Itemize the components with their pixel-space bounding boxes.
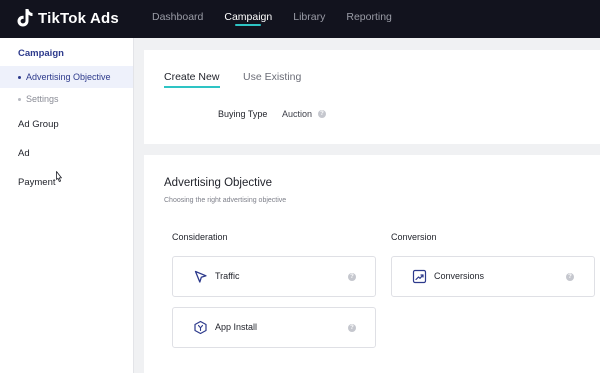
tiktok-ads-logo[interactable]: TikTok Ads: [16, 7, 119, 29]
objective-option-conversions[interactable]: Conversions ?: [391, 256, 595, 297]
help-icon[interactable]: ?: [566, 273, 574, 281]
option-label: Conversions: [434, 271, 485, 281]
advertising-objective-card: Advertising Objective Choosing the right…: [144, 155, 600, 373]
mouse-pointer-icon: [56, 171, 62, 182]
sidebar-item-label: Settings: [26, 94, 59, 104]
sidebar: Campaign Advertising Objective Settings …: [0, 38, 134, 373]
section-subtitle: Choosing the right advertising objective: [164, 197, 287, 204]
sidebar-item-label: Advertising Objective: [26, 72, 111, 82]
tab-create-new[interactable]: Create New: [164, 71, 219, 83]
app-install-icon: [194, 320, 207, 335]
conversions-icon: [412, 269, 427, 284]
option-label: App Install: [215, 322, 258, 332]
top-navigation-bar: TikTok Ads Dashboard Campaign Library Re…: [0, 0, 600, 38]
sidebar-item-ad[interactable]: Ad: [18, 148, 30, 159]
sidebar-item-campaign[interactable]: Campaign: [18, 48, 64, 59]
objective-option-traffic[interactable]: Traffic ?: [172, 256, 376, 297]
bullet-dot-icon: [18, 76, 21, 79]
option-label: Traffic: [215, 271, 240, 281]
buying-type-label: Buying Type: [218, 109, 268, 119]
objective-option-app-install[interactable]: App Install ?: [172, 307, 376, 348]
sidebar-item-settings[interactable]: Settings: [0, 88, 133, 110]
logo-text: TikTok Ads: [38, 9, 119, 27]
main-nav: Dashboard Campaign Library Reporting: [152, 0, 413, 38]
help-icon[interactable]: ?: [318, 110, 326, 118]
help-icon[interactable]: ?: [348, 273, 356, 281]
tiktok-logo-icon: [17, 9, 33, 27]
nav-dashboard[interactable]: Dashboard: [152, 0, 203, 38]
tab-use-existing[interactable]: Use Existing: [243, 71, 301, 83]
conversion-label: Conversion: [391, 232, 437, 242]
active-tab-indicator: [164, 86, 220, 88]
sidebar-item-payment[interactable]: Payment: [18, 177, 56, 188]
campaign-source-card: Create New Use Existing Buying Type Auct…: [144, 50, 600, 144]
bullet-dot-icon: [18, 98, 21, 101]
nav-reporting[interactable]: Reporting: [346, 0, 392, 38]
consideration-label: Consideration: [172, 232, 228, 242]
nav-campaign[interactable]: Campaign: [224, 0, 272, 38]
sidebar-item-ad-group[interactable]: Ad Group: [18, 119, 59, 130]
section-title: Advertising Objective: [164, 177, 273, 189]
nav-library[interactable]: Library: [293, 0, 325, 38]
buying-type-value: Auction: [282, 109, 313, 119]
help-icon[interactable]: ?: [348, 324, 356, 332]
cursor-arrow-icon: [194, 270, 207, 283]
sidebar-item-advertising-objective[interactable]: Advertising Objective: [0, 66, 133, 88]
